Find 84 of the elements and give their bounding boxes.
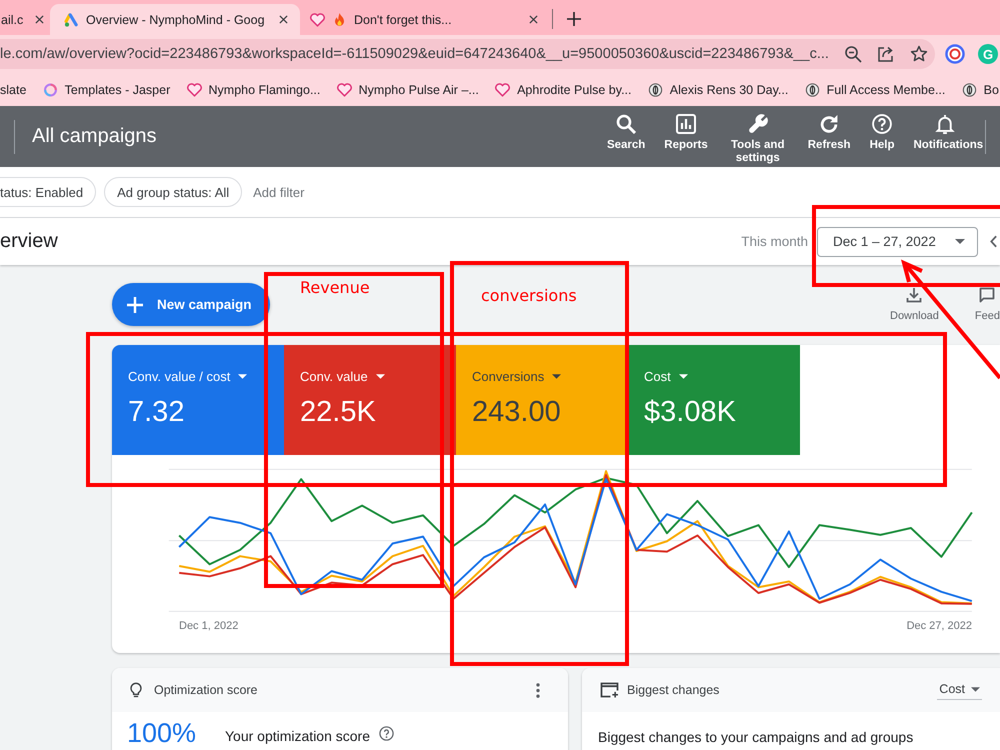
filter-chip[interactable]: tatus: Enabled [0, 177, 96, 207]
address-field[interactable]: le.com/aw/overview?ocid=223486793&workspaceId=-611509029&euid=647243640&__u=9500050360&uscid=223486793&__c... [0, 39, 935, 69]
axis-label: Dec 27, 2022 [906, 620, 972, 632]
section-title: erview [0, 230, 58, 253]
metric-dropdown[interactable]: Conv. value [300, 369, 385, 384]
metric-dropdown[interactable]: Cost [644, 369, 688, 384]
toolbar-button[interactable]: Refresh [798, 114, 860, 152]
toolbar-button[interactable]: Help [860, 114, 904, 152]
bookmark-link[interactable]: Aphrodite Pulse by... [495, 82, 632, 96]
close-icon[interactable] [35, 15, 44, 24]
round-logo-icon [804, 82, 820, 96]
filter-chip[interactable]: Ad group status: All [104, 177, 242, 207]
annotation-label: conversions [481, 286, 577, 305]
annotation-label: Revenue [300, 278, 370, 297]
metric-dropdown[interactable]: Conversions [472, 369, 562, 384]
plus-icon[interactable] [567, 12, 581, 26]
chevron-left-icon[interactable] [990, 235, 997, 248]
refresh-icon [819, 114, 840, 134]
sort-dropdown[interactable]: Cost [937, 680, 982, 700]
toolbar-button[interactable]: Reports [654, 114, 718, 152]
triangle-logo-icon [64, 12, 79, 26]
toolbar-button[interactable]: Tools and settings [717, 114, 798, 165]
date-range-dropdown[interactable]: Dec 1 – 27, 2022 [817, 226, 978, 256]
score-label: Your optimization score [225, 728, 370, 744]
swirl-icon [42, 82, 58, 96]
help-icon[interactable] [379, 726, 394, 741]
download-button[interactable]: Download [890, 287, 939, 322]
lightbulb-icon [130, 682, 142, 698]
add-filter-link[interactable]: Add filter [253, 184, 304, 200]
feedback-icon [979, 287, 996, 303]
bookmark-link[interactable]: Nympho Flamingo... [186, 82, 320, 96]
search-icon [616, 114, 636, 134]
help-icon [872, 114, 892, 134]
metric-dropdown[interactable]: Conv. value / cost [128, 369, 248, 384]
card-title: Biggest changes [627, 683, 720, 697]
zoom-icon[interactable] [844, 45, 862, 63]
wrench-icon [748, 114, 768, 134]
caret-icon [238, 374, 248, 379]
feedback-button[interactable]: Feed [974, 287, 1000, 322]
toolbar-button[interactable]: Search [597, 114, 655, 152]
score-value: 100% [127, 718, 198, 748]
card-description: Biggest changes to your campaigns and ad groups [598, 729, 914, 745]
caret-icon [376, 374, 385, 379]
bookmark-link[interactable]: Nympho Pulse Air –... [336, 82, 479, 96]
caret-icon [971, 686, 980, 692]
close-icon[interactable] [529, 15, 538, 24]
heart-icon [310, 12, 325, 26]
metric-value: $3.08K [644, 396, 736, 429]
card-title: Optimization score [154, 683, 258, 697]
axis-label: Dec 1, 2022 [179, 620, 238, 632]
toolbar-button[interactable]: Notifications [904, 114, 985, 152]
caret-icon [552, 374, 562, 379]
caret-icon [955, 239, 965, 244]
metric-value: 243.00 [472, 396, 561, 429]
browser-tab[interactable]: Don't forget this... [300, 4, 550, 35]
new-campaign-button[interactable]: New campaign [112, 283, 270, 326]
round-logo-icon [648, 82, 663, 96]
bookmark-link[interactable]: Templates - Jasper [42, 82, 170, 96]
bookmark-link[interactable]: Alexis Rens 30 Day... [648, 82, 788, 96]
page-title: All campaigns [32, 125, 157, 148]
bookmark-link[interactable]: Full Access Membe... [804, 82, 946, 96]
bookmark-link[interactable]: Bo [962, 82, 999, 96]
period-label: This month [741, 234, 808, 249]
download-icon [906, 287, 922, 303]
bell-icon [934, 114, 954, 134]
round-logo-icon [962, 82, 977, 96]
window-plus-icon [600, 682, 619, 698]
metric-value: 7.32 [128, 396, 184, 429]
bookmark-link[interactable]: slate [0, 82, 26, 96]
bar-chart-icon [676, 114, 696, 134]
heart-icon [186, 82, 202, 96]
star-icon[interactable] [910, 45, 928, 63]
metric-value: 22.5K [300, 396, 376, 429]
browser-tab[interactable]: Overview - NymphoMind - Goog [50, 4, 300, 35]
ring-icon[interactable] [945, 44, 965, 64]
flame-icon [332, 12, 347, 26]
heart-icon [336, 82, 352, 96]
caret-icon [678, 374, 688, 379]
close-icon[interactable] [279, 15, 288, 24]
share-icon[interactable] [876, 45, 895, 63]
heart-icon [495, 82, 510, 96]
browser-tab[interactable]: ail.c [0, 4, 50, 35]
more-icon[interactable] [536, 682, 540, 698]
plus-icon [127, 296, 143, 312]
